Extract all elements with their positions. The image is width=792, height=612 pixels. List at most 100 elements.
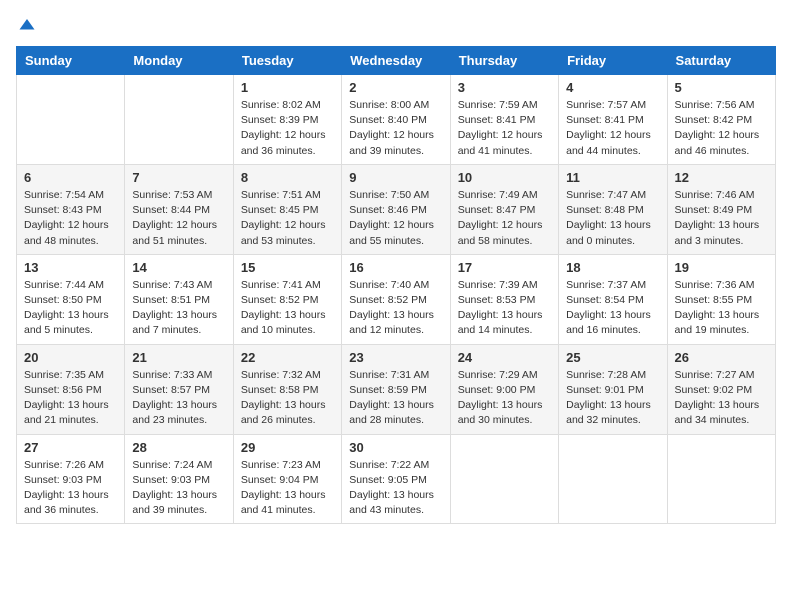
day-number: 18 (566, 260, 659, 275)
daylight-text: Daylight: 13 hours and 0 minutes. (566, 218, 659, 248)
day-number: 28 (132, 440, 225, 455)
sunrise-text: Sunrise: 7:26 AM (24, 458, 117, 473)
sunrise-text: Sunrise: 7:32 AM (241, 368, 334, 383)
day-number: 4 (566, 80, 659, 95)
daylight-text: Daylight: 12 hours and 58 minutes. (458, 218, 551, 248)
day-info: Sunrise: 7:49 AMSunset: 8:47 PMDaylight:… (458, 188, 551, 249)
calendar-cell: 14Sunrise: 7:43 AMSunset: 8:51 PMDayligh… (125, 254, 233, 344)
sunset-text: Sunset: 8:52 PM (241, 293, 334, 308)
sunset-text: Sunset: 8:58 PM (241, 383, 334, 398)
daylight-text: Daylight: 13 hours and 10 minutes. (241, 308, 334, 338)
day-info: Sunrise: 7:47 AMSunset: 8:48 PMDaylight:… (566, 188, 659, 249)
calendar-cell (559, 434, 667, 524)
calendar-cell: 30 Sunrise: 7:22 AMSunset: 9:05 PMDayligh… (342, 434, 450, 524)
daylight-text: Daylight: 12 hours and 41 minutes. (458, 128, 551, 158)
sunrise-text: Sunrise: 7:47 AM (566, 188, 659, 203)
sunrise-text: Sunrise: 7:53 AM (132, 188, 225, 203)
sunset-text: Sunset: 8:42 PM (675, 113, 768, 128)
logo (16, 16, 36, 34)
sunrise-text: Sunrise: 7:22 AM (349, 458, 442, 473)
day-number: 26 (675, 350, 768, 365)
sunrise-text: Sunrise: 7:27 AM (675, 368, 768, 383)
day-info: Sunrise: 7:43 AMSunset: 8:51 PMDaylight:… (132, 278, 225, 339)
calendar-cell: 2Sunrise: 8:00 AMSunset: 8:40 PMDaylight… (342, 75, 450, 165)
daylight-text: Daylight: 13 hours and 19 minutes. (675, 308, 768, 338)
day-number: 15 (241, 260, 334, 275)
day-info: Sunrise: 7:41 AMSunset: 8:52 PMDaylight:… (241, 278, 334, 339)
sunrise-text: Sunrise: 7:28 AM (566, 368, 659, 383)
sunset-text: Sunset: 9:02 PM (675, 383, 768, 398)
day-number: 3 (458, 80, 551, 95)
sunrise-text: Sunrise: 7:36 AM (675, 278, 768, 293)
calendar-cell: 20Sunrise: 7:35 AMSunset: 8:56 PMDayligh… (17, 344, 125, 434)
day-number: 16 (349, 260, 442, 275)
day-info: Sunrise: 7:57 AMSunset: 8:41 PMDaylight:… (566, 98, 659, 159)
day-info: Sunrise: 7:59 AMSunset: 8:41 PMDaylight:… (458, 98, 551, 159)
calendar-week-3: 13Sunrise: 7:44 AMSunset: 8:50 PMDayligh… (17, 254, 776, 344)
sunset-text: Sunset: 8:56 PM (24, 383, 117, 398)
calendar-cell (17, 75, 125, 165)
day-number: 30 (349, 440, 442, 455)
calendar-cell: 29Sunrise: 7:23 AMSunset: 9:04 PMDayligh… (233, 434, 341, 524)
daylight-text: Daylight: 12 hours and 46 minutes. (675, 128, 768, 158)
day-info: Sunrise: 7:26 AMSunset: 9:03 PMDaylight:… (24, 458, 117, 519)
daylight-text: Daylight: 13 hours and 36 minutes. (24, 488, 117, 518)
day-info: Sunrise: 7:46 AMSunset: 8:49 PMDaylight:… (675, 188, 768, 249)
sunrise-text: Sunrise: 7:51 AM (241, 188, 334, 203)
day-number: 24 (458, 350, 551, 365)
day-number: 11 (566, 170, 659, 185)
day-number: 6 (24, 170, 117, 185)
calendar-week-1: 1Sunrise: 8:02 AMSunset: 8:39 PMDaylight… (17, 75, 776, 165)
day-number: 25 (566, 350, 659, 365)
day-number: 12 (675, 170, 768, 185)
day-number: 17 (458, 260, 551, 275)
sunrise-text: Sunrise: 7:31 AM (349, 368, 442, 383)
sunrise-text: Sunrise: 7:49 AM (458, 188, 551, 203)
calendar-cell: 22Sunrise: 7:32 AMSunset: 8:58 PMDayligh… (233, 344, 341, 434)
day-number: 22 (241, 350, 334, 365)
calendar-cell: 26Sunrise: 7:27 AMSunset: 9:02 PMDayligh… (667, 344, 775, 434)
weekday-header-wednesday: Wednesday (342, 47, 450, 75)
day-info: Sunrise: 7:50 AMSunset: 8:46 PMDaylight:… (349, 188, 442, 249)
daylight-text: Daylight: 13 hours and 7 minutes. (132, 308, 225, 338)
sunrise-text: Sunrise: 7:39 AM (458, 278, 551, 293)
day-info: Sunrise: 7:24 AMSunset: 9:03 PMDaylight:… (132, 458, 225, 519)
sunrise-text: Sunrise: 7:41 AM (241, 278, 334, 293)
calendar-cell (125, 75, 233, 165)
calendar-header-row: SundayMondayTuesdayWednesdayThursdayFrid… (17, 47, 776, 75)
weekday-header-friday: Friday (559, 47, 667, 75)
sunset-text: Sunset: 8:55 PM (675, 293, 768, 308)
calendar-cell: 3 Sunrise: 7:59 AMSunset: 8:41 PMDaylight… (450, 75, 558, 165)
calendar-cell: 15 Sunrise: 7:41 AMSunset: 8:52 PMDayligh… (233, 254, 341, 344)
sunset-text: Sunset: 9:04 PM (241, 473, 334, 488)
daylight-text: Daylight: 12 hours and 51 minutes. (132, 218, 225, 248)
sunset-text: Sunset: 8:59 PM (349, 383, 442, 398)
sunrise-text: Sunrise: 7:43 AM (132, 278, 225, 293)
sunrise-text: Sunrise: 7:37 AM (566, 278, 659, 293)
day-info: Sunrise: 7:35 AMSunset: 8:56 PMDaylight:… (24, 368, 117, 429)
daylight-text: Daylight: 12 hours and 55 minutes. (349, 218, 442, 248)
calendar-cell: 19Sunrise: 7:36 AMSunset: 8:55 PMDayligh… (667, 254, 775, 344)
day-number: 21 (132, 350, 225, 365)
calendar-cell: 25Sunrise: 7:28 AMSunset: 9:01 PMDayligh… (559, 344, 667, 434)
daylight-text: Daylight: 13 hours and 23 minutes. (132, 398, 225, 428)
day-number: 7 (132, 170, 225, 185)
weekday-header-sunday: Sunday (17, 47, 125, 75)
day-info: Sunrise: 7:29 AMSunset: 9:00 PMDaylight:… (458, 368, 551, 429)
daylight-text: Daylight: 13 hours and 16 minutes. (566, 308, 659, 338)
sunset-text: Sunset: 9:01 PM (566, 383, 659, 398)
calendar-week-5: 27Sunrise: 7:26 AMSunset: 9:03 PMDayligh… (17, 434, 776, 524)
sunrise-text: Sunrise: 7:24 AM (132, 458, 225, 473)
day-info: Sunrise: 7:22 AMSunset: 9:05 PMDaylight:… (349, 458, 442, 519)
sunset-text: Sunset: 8:53 PM (458, 293, 551, 308)
daylight-text: Daylight: 12 hours and 48 minutes. (24, 218, 117, 248)
calendar-cell (450, 434, 558, 524)
sunrise-text: Sunrise: 7:40 AM (349, 278, 442, 293)
weekday-header-tuesday: Tuesday (233, 47, 341, 75)
day-number: 10 (458, 170, 551, 185)
calendar-cell: 21Sunrise: 7:33 AMSunset: 8:57 PMDayligh… (125, 344, 233, 434)
day-info: Sunrise: 7:56 AMSunset: 8:42 PMDaylight:… (675, 98, 768, 159)
weekday-header-monday: Monday (125, 47, 233, 75)
sunrise-text: Sunrise: 7:35 AM (24, 368, 117, 383)
day-info: Sunrise: 7:44 AMSunset: 8:50 PMDaylight:… (24, 278, 117, 339)
